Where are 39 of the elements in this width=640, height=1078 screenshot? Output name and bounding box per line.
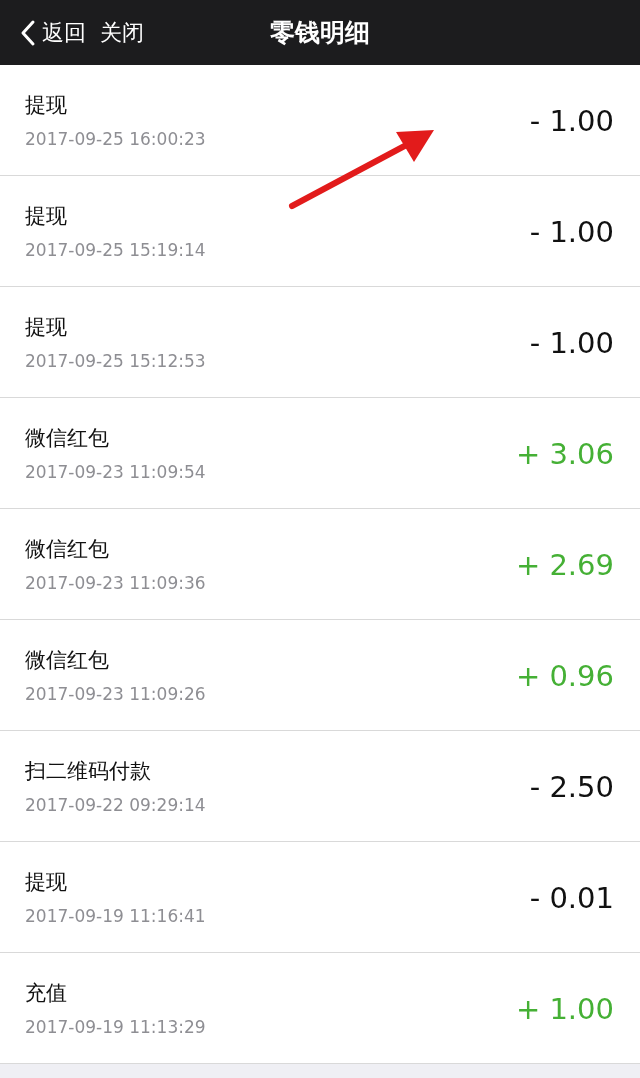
transaction-amount: - 1.00	[529, 104, 614, 138]
back-button[interactable]: 返回	[0, 17, 86, 48]
transaction-title: 扫二维码付款	[25, 758, 152, 785]
transaction-time: 2017-09-19 11:16:41	[25, 906, 206, 926]
close-button[interactable]: 关闭	[100, 17, 144, 48]
transaction-time: 2017-09-19 11:13:29	[25, 1017, 206, 1037]
transaction-title: 提现	[25, 314, 68, 341]
transaction-title: 充值	[25, 980, 68, 1007]
transaction-row[interactable]: 提现 2017-09-25 15:19:14 - 1.00	[0, 176, 640, 287]
transaction-row[interactable]: 微信红包 2017-09-23 11:09:36 + 2.69	[0, 509, 640, 620]
transaction-amount: - 0.01	[529, 881, 614, 915]
transaction-time: 2017-09-25 16:00:23	[25, 129, 206, 149]
transaction-row[interactable]: 微信红包 2017-09-23 11:09:26 + 0.96	[0, 620, 640, 731]
transaction-amount: + 3.06	[515, 437, 614, 471]
back-chevron-icon	[20, 18, 36, 47]
transaction-time: 2017-09-25 15:19:14	[25, 240, 206, 260]
transaction-amount: + 1.00	[515, 992, 614, 1026]
transaction-title: 微信红包	[25, 536, 110, 563]
transaction-amount: - 2.50	[529, 770, 614, 804]
transaction-title: 提现	[25, 92, 68, 119]
transaction-title: 微信红包	[25, 647, 110, 674]
transaction-amount: + 0.96	[515, 659, 614, 693]
transaction-time: 2017-09-25 15:12:53	[25, 351, 206, 371]
transaction-amount: - 1.00	[529, 326, 614, 360]
transaction-amount: - 1.00	[529, 215, 614, 249]
transaction-row[interactable]: 提现 2017-09-25 15:12:53 - 1.00	[0, 287, 640, 398]
transaction-row[interactable]: 提现 2017-09-19 11:16:41 - 0.01	[0, 842, 640, 953]
transaction-amount: + 2.69	[515, 548, 614, 582]
transaction-row[interactable]: 充值 2017-09-19 11:13:29 + 1.00	[0, 953, 640, 1064]
transaction-time: 2017-09-22 09:29:14	[25, 795, 206, 815]
nav-title: 零钱明细	[270, 17, 370, 49]
transaction-time: 2017-09-23 11:09:36	[25, 573, 206, 593]
transaction-row[interactable]: 微信红包 2017-09-23 11:09:54 + 3.06	[0, 398, 640, 509]
transaction-title: 提现	[25, 203, 68, 230]
transaction-time: 2017-09-23 11:09:54	[25, 462, 206, 482]
transaction-title: 微信红包	[25, 425, 110, 452]
transaction-title: 提现	[25, 869, 68, 896]
transaction-time: 2017-09-23 11:09:26	[25, 684, 206, 704]
transaction-row[interactable]: 扫二维码付款 2017-09-22 09:29:14 - 2.50	[0, 731, 640, 842]
